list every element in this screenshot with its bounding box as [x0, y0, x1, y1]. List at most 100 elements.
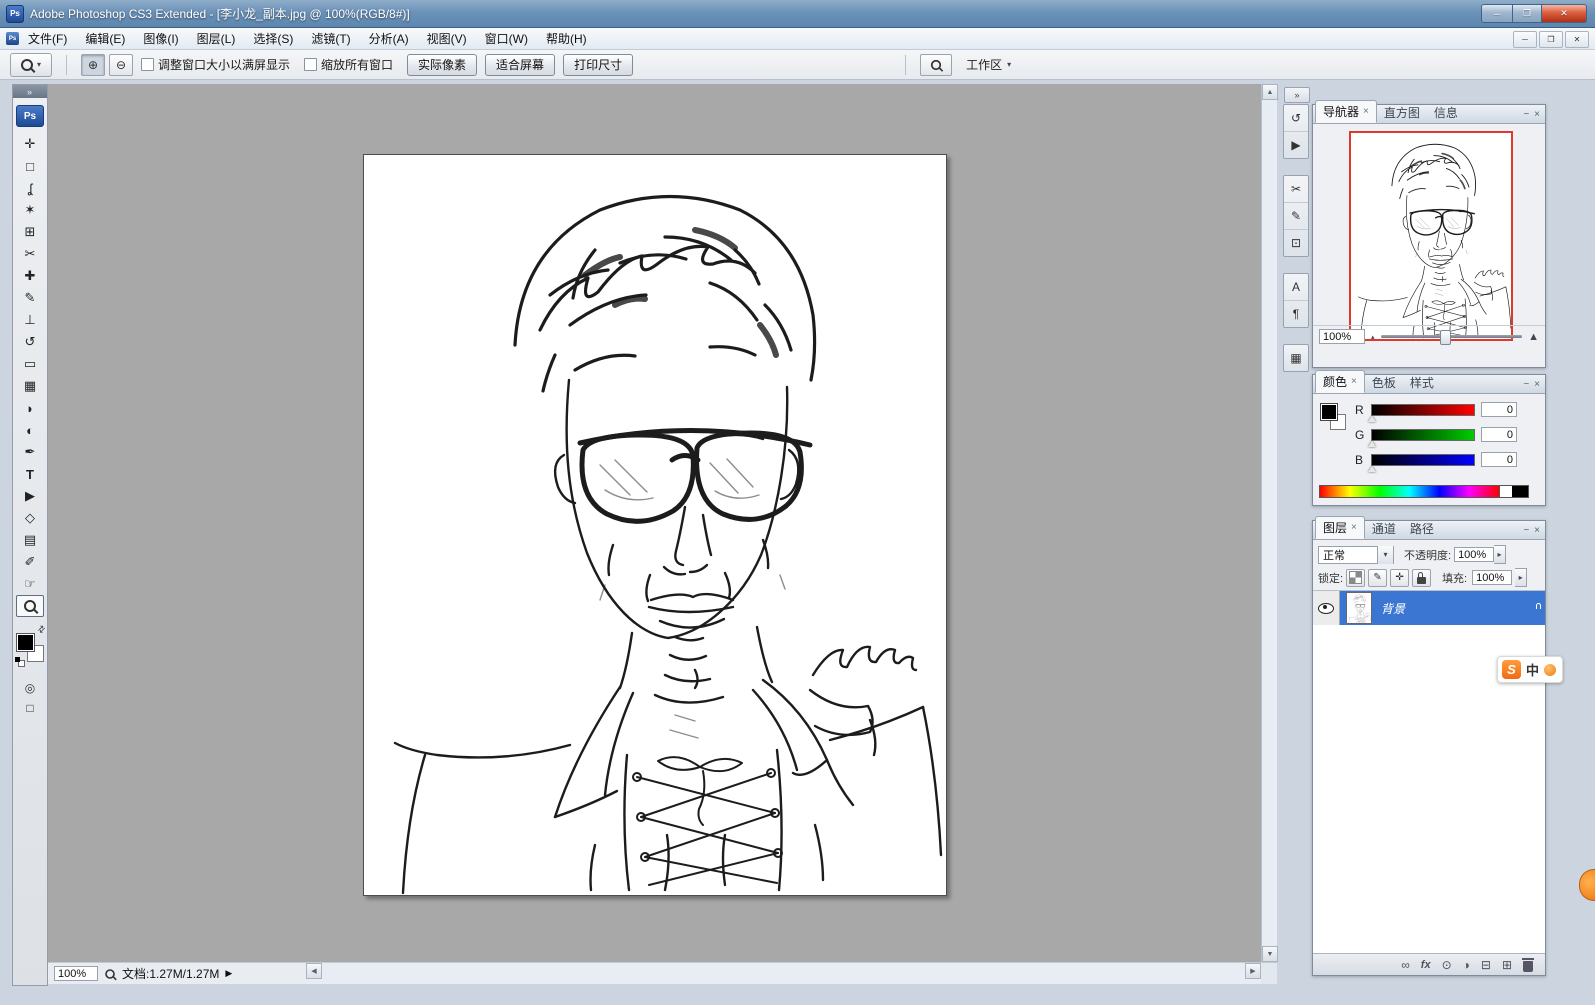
visibility-toggle[interactable]	[1313, 591, 1340, 625]
green-slider[interactable]	[1371, 429, 1475, 441]
tab-close-icon[interactable]: ×	[1351, 522, 1357, 533]
panel-close-icon[interactable]: ×	[1534, 379, 1540, 390]
white-swatch[interactable]	[1499, 486, 1512, 497]
tab-layers[interactable]: 图层 ×	[1315, 516, 1365, 539]
panel-close-icon[interactable]: ×	[1534, 109, 1540, 120]
spectrum-gradient[interactable]	[1320, 486, 1499, 497]
lock-all-button[interactable]	[1412, 569, 1431, 587]
delete-layer-icon[interactable]	[1523, 961, 1533, 972]
new-group-icon[interactable]: ⊟	[1481, 958, 1491, 972]
tool-presets-panel-button[interactable]: ✂	[1284, 176, 1308, 203]
actions-panel-button[interactable]: ▶	[1284, 132, 1308, 158]
doc-restore-button[interactable]: ❐	[1539, 31, 1563, 48]
menu-view[interactable]: 视图(V)	[418, 28, 476, 49]
toolbox-grip[interactable]: »	[13, 85, 47, 98]
titlebar[interactable]: Ps Adobe Photoshop CS3 Extended - [李小龙_副…	[0, 0, 1595, 28]
foreground-color-swatch[interactable]	[1321, 404, 1337, 420]
tab-close-icon[interactable]: ×	[1351, 376, 1357, 387]
navigator-view-box[interactable]	[1349, 131, 1513, 341]
blue-slider[interactable]	[1371, 454, 1475, 466]
resize-windows-checkbox[interactable]	[141, 58, 154, 71]
history-panel-button[interactable]: ↺	[1284, 105, 1308, 132]
zoom-out-button[interactable]: ⊖	[109, 54, 133, 76]
layer-comps-panel-button[interactable]: ▦	[1284, 345, 1308, 371]
sogou-logo[interactable]: S	[1502, 660, 1521, 679]
panel-minimize-icon[interactable]: −	[1523, 379, 1529, 390]
navigator-zoom-slider[interactable]	[1381, 335, 1523, 338]
restore-button[interactable]: ❐	[1513, 4, 1542, 23]
foreground-color-swatch[interactable]	[17, 634, 34, 651]
horizontal-scroll-track[interactable]	[322, 963, 1245, 984]
layer-thumbnail[interactable]	[1346, 592, 1372, 624]
zoom-level-field[interactable]	[54, 966, 98, 981]
dock-collapse-button[interactable]: »	[1284, 87, 1310, 103]
status-popup-button[interactable]: ▶	[225, 968, 232, 979]
menu-help[interactable]: 帮助(H)	[537, 28, 596, 49]
tab-paths[interactable]: 路径	[1403, 518, 1441, 539]
color-spectrum-ramp[interactable]	[1319, 485, 1529, 498]
menu-file[interactable]: 文件(F)	[19, 28, 76, 49]
slice-tool[interactable]: ✂	[16, 243, 44, 265]
menu-select[interactable]: 选择(S)	[244, 28, 302, 49]
close-button[interactable]: ✕	[1542, 4, 1587, 23]
move-tool[interactable]: ✛	[16, 133, 44, 155]
type-tool[interactable]: T	[16, 463, 44, 485]
quick-mask-button[interactable]: ◎	[18, 679, 42, 697]
layer-style-icon[interactable]: fx	[1421, 959, 1431, 971]
vertical-scroll-track[interactable]	[1262, 100, 1277, 946]
tab-navigator[interactable]: 导航器 ×	[1315, 100, 1377, 123]
clone-source-panel-button[interactable]: ⊡	[1284, 230, 1308, 256]
red-slider[interactable]	[1371, 404, 1475, 416]
history-brush-tool[interactable]: ↺	[16, 331, 44, 353]
minimize-button[interactable]: ─	[1481, 4, 1513, 23]
tab-close-icon[interactable]: ×	[1363, 106, 1369, 117]
red-slider-marker[interactable]	[1368, 416, 1376, 422]
link-layers-icon[interactable]: ∞	[1401, 958, 1410, 972]
panel-close-icon[interactable]: ×	[1534, 525, 1540, 536]
rectangle-tool[interactable]: ◇	[16, 507, 44, 529]
lasso-tool[interactable]: ʆ	[16, 177, 44, 199]
layer-row-background[interactable]: 背景	[1313, 591, 1545, 625]
spot-healing-brush-tool[interactable]: ✚	[16, 265, 44, 287]
rectangular-marquee-tool[interactable]: □	[16, 155, 44, 177]
opacity-spinner-icon[interactable]: ▸	[1494, 545, 1506, 564]
zoom-tool[interactable]	[16, 595, 44, 617]
swap-colors-icon[interactable]: ⇄	[36, 623, 49, 636]
workspace-button[interactable]: 工作区 ▾	[960, 54, 1017, 75]
menu-layer[interactable]: 图层(L)	[188, 28, 245, 49]
adjustment-layer-icon[interactable]: ◑	[1463, 958, 1470, 972]
tab-swatches[interactable]: 色板	[1365, 372, 1403, 393]
character-panel-button[interactable]: A	[1284, 274, 1308, 301]
screen-mode-button[interactable]: □	[18, 699, 42, 717]
menu-window[interactable]: 窗口(W)	[476, 28, 537, 49]
panel-minimize-icon[interactable]: −	[1523, 525, 1529, 536]
zoom-slider-thumb[interactable]	[1440, 330, 1451, 345]
eraser-tool[interactable]: ▭	[16, 353, 44, 375]
actual-pixels-button[interactable]: 实际像素	[407, 54, 477, 76]
panel-minimize-icon[interactable]: −	[1523, 109, 1529, 120]
ime-mode-chinese[interactable]: 中	[1526, 660, 1539, 679]
opacity-field[interactable]	[1454, 547, 1494, 562]
document-canvas[interactable]	[363, 154, 947, 896]
browse-bridge-button[interactable]	[920, 54, 952, 76]
eyedropper-tool[interactable]: ✐	[16, 551, 44, 573]
default-colors-icon[interactable]	[15, 657, 24, 666]
doc-minimize-button[interactable]: ─	[1513, 31, 1537, 48]
hand-tool[interactable]: ☞	[16, 573, 44, 595]
blend-mode-select[interactable]: 正常 ▾	[1318, 546, 1394, 564]
zoom-in-button[interactable]: ⊕	[81, 54, 105, 76]
brush-tool[interactable]: ✎	[16, 287, 44, 309]
tab-styles[interactable]: 样式	[1403, 372, 1441, 393]
horizontal-scrollbar[interactable]: ◀ ▶	[306, 963, 1277, 984]
ime-extra-icon[interactable]	[1544, 664, 1556, 676]
blur-tool[interactable]: ◗	[16, 397, 44, 419]
zoom-in-mountain-icon[interactable]: ▲	[1528, 331, 1539, 343]
zoom-all-windows-checkbox[interactable]	[304, 58, 317, 71]
navigator-zoom-field[interactable]	[1319, 329, 1365, 344]
scroll-up-button[interactable]: ▲	[1262, 84, 1278, 100]
green-value-field[interactable]	[1481, 427, 1517, 442]
paragraph-panel-button[interactable]: ¶	[1284, 301, 1308, 327]
print-size-button[interactable]: 打印尺寸	[563, 54, 633, 76]
tab-info[interactable]: 信息	[1427, 102, 1465, 123]
tool-preset-picker[interactable]: ▾	[10, 53, 52, 77]
